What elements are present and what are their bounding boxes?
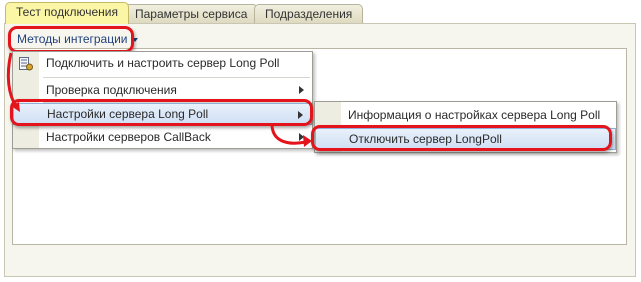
tab-label: Тест подключения	[16, 5, 118, 19]
annotation-arrows	[6, 52, 312, 147]
tab-connection-test[interactable]: Тест подключения	[5, 2, 129, 24]
arrow-down-to-settings	[6, 52, 19, 109]
arrowhead	[303, 135, 312, 147]
arrow-to-disable-item	[270, 123, 307, 145]
